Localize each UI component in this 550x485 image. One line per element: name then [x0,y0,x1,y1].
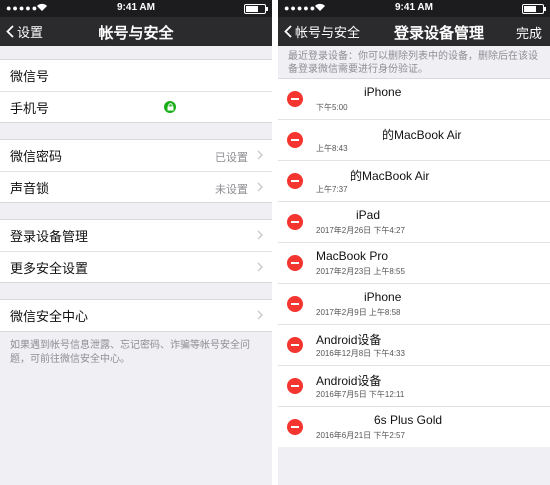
security-center-row[interactable]: 微信安全中心 [0,300,272,331]
account-security-screen: ●●●●● 9:41 AM 设置 帐号与安全 微信号 手机号 微信密码 已设置 [0,0,272,485]
device-name: Android设备 [316,333,382,347]
voice-lock-label: 声音锁 [10,180,50,196]
chevron-right-icon [257,182,263,192]
back-button[interactable]: 帐号与安全 [284,22,360,41]
device-date: 2016年6月21日 下午2:57 [316,431,405,440]
delete-device-button[interactable] [287,255,303,271]
back-label: 设置 [17,25,44,40]
chevron-right-icon [257,262,263,272]
delete-device-button[interactable] [287,91,303,107]
lock-icon [164,101,176,113]
delete-device-button[interactable] [287,296,303,312]
phone-label: 手机号 [10,100,50,116]
chevron-left-icon [6,25,14,38]
password-row[interactable]: 微信密码 已设置 [0,140,272,171]
voice-lock-row[interactable]: 声音锁 未设置 [0,171,272,202]
battery-icon [244,4,268,14]
back-label: 帐号与安全 [295,25,361,40]
delete-device-button[interactable] [287,132,303,148]
security-center-group: 微信安全中心 [0,299,272,332]
device-date: 2017年2月9日 上午8:58 [316,308,401,317]
login-devices-label: 登录设备管理 [10,229,89,244]
account-group: 微信号 手机号 [0,59,272,123]
chevron-left-icon [284,25,292,38]
device-row: iPhone 下午5:00 [278,79,550,119]
devices-hint: 最近登录设备：你可以删除列表中的设备，删除后在该设备登录微信需要进行身份验证。 [288,51,538,75]
security-footnote: 如果遇到帐号信息泄露、忘记密码、诈骗等帐号安全问题，可前往微信安全中心。 [10,340,250,365]
device-date: 下午5:00 [316,103,348,112]
device-settings-group: 登录设备管理 更多安全设置 [0,219,272,283]
device-row: 的MacBook Air 上午7:37 [278,160,550,201]
security-center-label: 微信安全中心 [10,309,89,324]
device-row: iPhone 2017年2月9日 上午8:58 [278,283,550,324]
device-name: iPad [356,208,381,222]
wechat-id-label: 微信号 [10,69,50,84]
login-devices-screen: ●●●●● 9:41 AM 帐号与安全 登录设备管理 完成 最近登录设备：你可以… [278,0,550,485]
battery-icon [522,4,546,14]
chevron-right-icon [257,150,263,160]
status-bar: ●●●●● 9:41 AM [278,0,550,17]
device-date: 2016年7月5日 下午12:11 [316,390,405,399]
device-name: Android设备 [316,374,382,388]
device-date: 上午8:43 [316,144,348,153]
delete-device-button[interactable] [287,419,303,435]
delete-device-button[interactable] [287,378,303,394]
device-name: 6s Plus Gold [374,413,443,427]
voice-lock-status: 未设置 [215,184,248,196]
delete-device-button[interactable] [287,214,303,230]
device-name: 的MacBook Air [382,128,462,142]
delete-device-button[interactable] [287,173,303,189]
device-name: 的MacBook Air [350,169,430,183]
device-row: 6s Plus Gold 2016年6月21日 下午2:57 [278,406,550,447]
done-button[interactable]: 完成 [516,23,542,42]
device-date: 2017年2月26日 下午4:27 [316,226,405,235]
device-row: 的MacBook Air 上午8:43 [278,119,550,160]
status-time: 9:41 AM [117,2,155,13]
delete-device-button[interactable] [287,337,303,353]
chevron-right-icon [257,310,263,320]
password-group: 微信密码 已设置 声音锁 未设置 [0,139,272,203]
device-list: iPhone 下午5:00 的MacBook Air 上午8:43 的MacBo… [278,78,550,447]
more-security-label: 更多安全设置 [10,260,89,276]
device-row: MacBook Pro 2017年2月23日 上午8:55 [278,242,550,283]
wechat-id-row[interactable]: 微信号 [0,60,272,91]
password-status: 已设置 [215,152,248,164]
device-date: 上午7:37 [316,185,348,194]
device-row: Android设备 2016年12月8日 下午4:33 [278,324,550,365]
device-name: iPhone [364,85,402,99]
nav-bar: 帐号与安全 登录设备管理 完成 [278,17,550,46]
password-label: 微信密码 [10,149,63,164]
nav-bar: 设置 帐号与安全 [0,17,272,46]
device-row: Android设备 2016年7月5日 下午12:11 [278,365,550,406]
device-date: 2017年2月23日 上午8:55 [316,267,405,276]
device-row: iPad 2017年2月26日 下午4:27 [278,201,550,242]
device-name: iPhone [364,290,402,304]
status-bar: ●●●●● 9:41 AM [0,0,272,17]
device-date: 2016年12月8日 下午4:33 [316,349,405,358]
device-name: MacBook Pro [316,249,389,263]
phone-row[interactable]: 手机号 [0,91,272,122]
back-button[interactable]: 设置 [6,22,43,41]
more-security-row[interactable]: 更多安全设置 [0,251,272,282]
chevron-right-icon [257,230,263,240]
status-time: 9:41 AM [395,2,433,13]
login-devices-row[interactable]: 登录设备管理 [0,220,272,251]
